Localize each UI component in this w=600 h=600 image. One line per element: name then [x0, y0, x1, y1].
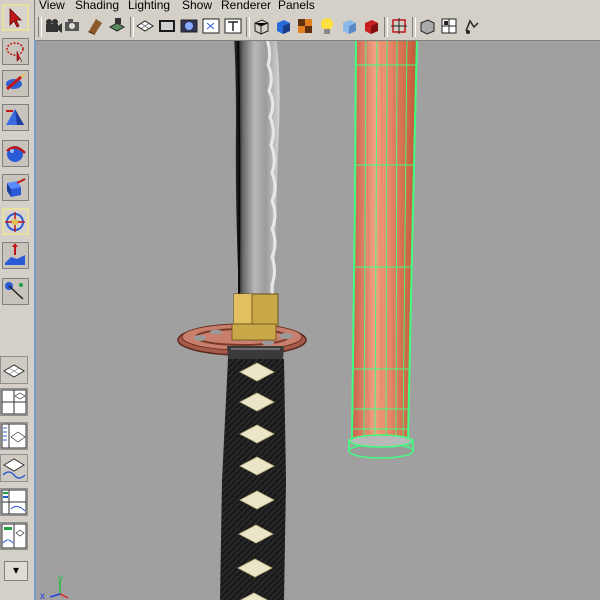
shadows-icon[interactable] — [340, 17, 358, 35]
ambient-occlusion-icon[interactable] — [362, 17, 380, 35]
rotate-tool-icon[interactable] — [2, 140, 29, 167]
tsuka-handle[interactable] — [220, 359, 286, 600]
collapse-toolbox-button[interactable]: ▾ — [4, 561, 28, 581]
soft-mod-icon[interactable] — [2, 242, 29, 269]
field-chart-icon[interactable] — [202, 17, 220, 35]
grid-toggle-icon[interactable] — [136, 17, 154, 35]
menu-view[interactable]: View — [39, 0, 65, 12]
toolbar-separator — [38, 17, 42, 37]
resolution-gate-icon[interactable] — [180, 17, 198, 35]
bookmarks-icon[interactable] — [86, 17, 104, 35]
textured-icon[interactable] — [296, 17, 314, 35]
toolbar-separator — [130, 17, 134, 37]
perspective-viewport[interactable]: y x — [36, 41, 600, 600]
film-gate-icon[interactable] — [158, 17, 176, 35]
menu-show[interactable]: Show — [182, 0, 212, 12]
toolbar-separator — [412, 17, 416, 37]
panel-toolbar — [36, 13, 600, 41]
paint-select-icon[interactable] — [2, 70, 29, 97]
smooth-shade-icon[interactable] — [274, 17, 292, 35]
four-pane-icon[interactable] — [0, 388, 28, 416]
lasso-tool-icon[interactable] — [2, 38, 29, 65]
image-plane-icon[interactable] — [108, 17, 126, 35]
toolbar-separator — [246, 17, 250, 37]
xray-icon[interactable] — [418, 17, 436, 35]
panel-menu-bar: View Shading Lighting Show Renderer Pane… — [36, 0, 600, 13]
menu-shading[interactable]: Shading — [75, 0, 119, 12]
wireframe-icon[interactable] — [252, 17, 270, 35]
hud-icon[interactable] — [462, 17, 480, 35]
fuchi-collar[interactable] — [227, 346, 284, 359]
menu-panels[interactable]: Panels — [278, 0, 315, 12]
single-pane-icon[interactable] — [0, 356, 28, 384]
toolbox: ▾ — [0, 0, 35, 600]
persp-outliner-icon[interactable] — [0, 454, 28, 482]
universal-manip-icon[interactable] — [2, 208, 29, 235]
saya-scabbard[interactable] — [348, 41, 418, 459]
safe-action-icon[interactable] — [224, 17, 242, 35]
habaki-collar[interactable] — [233, 293, 279, 329]
lights-icon[interactable] — [318, 17, 336, 35]
axis-x-label: x — [40, 591, 45, 600]
menu-lighting[interactable]: Lighting — [128, 0, 170, 12]
menu-renderer[interactable]: Renderer — [221, 0, 271, 12]
show-manip-icon[interactable] — [2, 278, 29, 305]
hypershade-icon[interactable] — [0, 522, 28, 550]
toolbar-separator — [384, 17, 388, 37]
isolate-select-icon[interactable] — [390, 17, 408, 35]
axis-y-label: y — [58, 573, 63, 584]
graph-editor-icon[interactable] — [0, 488, 28, 516]
scale-tool-icon[interactable] — [2, 174, 29, 201]
move-tool-icon[interactable] — [2, 104, 29, 131]
two-pane-icon[interactable] — [0, 422, 28, 450]
xray-joints-icon[interactable] — [440, 17, 458, 35]
select-tool-icon[interactable] — [2, 4, 29, 31]
camera-attributes-icon[interactable] — [64, 17, 82, 35]
katana-blade[interactable] — [234, 41, 280, 297]
select-camera-icon[interactable] — [44, 17, 62, 35]
